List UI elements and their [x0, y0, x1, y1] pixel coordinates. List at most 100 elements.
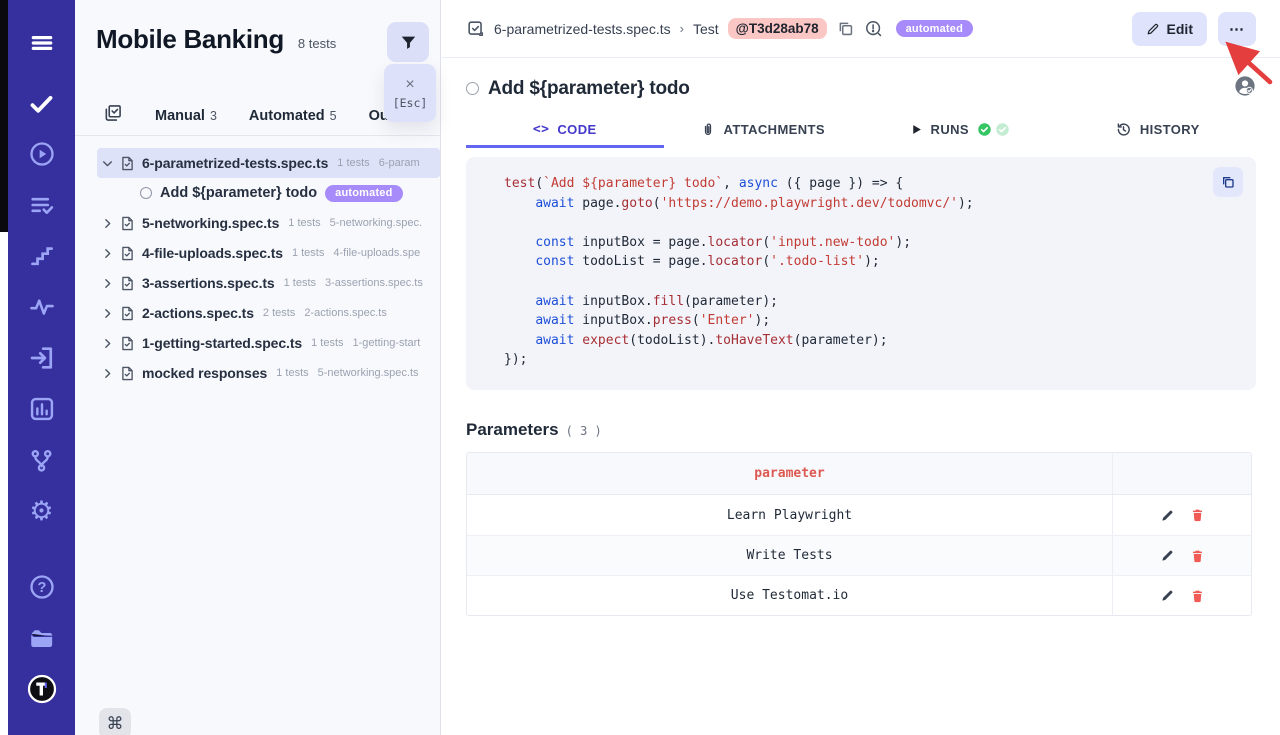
- ellipsis-icon: ⋯: [1229, 20, 1245, 38]
- code-block: test(`Add ${parameter} todo`, async ({ p…: [466, 157, 1256, 390]
- tab-runs[interactable]: RUNS: [861, 114, 1059, 148]
- tab-code[interactable]: <> CODE: [466, 114, 664, 148]
- tab-automated[interactable]: Automated 5: [249, 108, 337, 124]
- filter-esc-popup: × [Esc]: [384, 64, 436, 122]
- parameter-row: Learn Playwright: [467, 495, 1251, 535]
- delete-parameter-icon[interactable]: [1190, 588, 1205, 604]
- code-line: });: [504, 350, 1256, 370]
- chevron-right-icon[interactable]: [97, 367, 117, 380]
- app-window: ⚙ ? Mobile Banking 8 tests × [Esc]: [0, 0, 1280, 735]
- test-title-row: Add ${parameter} todo: [442, 58, 1280, 106]
- code-line: test(`Add ${parameter} todo`, async ({ p…: [504, 174, 1256, 194]
- copy-code-button[interactable]: [1213, 167, 1243, 197]
- help-icon[interactable]: ?: [27, 572, 57, 602]
- column-header-parameter: parameter: [467, 453, 1113, 494]
- test-file-check-icon: [466, 19, 485, 38]
- steps-icon[interactable]: [27, 241, 57, 271]
- activity-pulse-icon[interactable]: [27, 292, 57, 322]
- parameter-value: Use Testomat.io: [467, 576, 1113, 615]
- parameters-heading: Parameters ( 3 ): [466, 420, 1256, 440]
- pull-requests-icon[interactable]: [27, 343, 57, 373]
- delete-parameter-icon[interactable]: [1190, 507, 1205, 523]
- pencil-icon: [1146, 22, 1160, 36]
- command-icon: ⌘: [107, 714, 124, 734]
- test-status-circle-icon: [466, 82, 479, 95]
- tree-test-item[interactable]: Add ${parameter} todoautomated: [97, 178, 440, 208]
- menu-icon[interactable]: [27, 28, 57, 58]
- filter-button[interactable]: [387, 22, 429, 62]
- code-line: await page.goto('https://demo.playwright…: [504, 194, 1256, 214]
- tab-manual[interactable]: Manual 3: [155, 108, 217, 124]
- multi-select-icon[interactable]: [103, 103, 123, 128]
- tree-file-item[interactable]: 4-file-uploads.spec.ts1 tests4-file-uplo…: [97, 238, 440, 268]
- breadcrumb: 6-parametrized-tests.spec.ts › Test @T3d…: [466, 18, 973, 39]
- column-header-actions: [1113, 453, 1251, 494]
- edit-parameter-icon[interactable]: [1160, 588, 1175, 603]
- esc-hint-label: [Esc]: [393, 96, 428, 110]
- parameters-table: parameter Learn PlaywrightWrite TestsUse…: [466, 452, 1252, 616]
- settings-gear-icon[interactable]: ⚙: [27, 496, 57, 526]
- breadcrumb-entity: Test: [693, 21, 719, 37]
- delete-parameter-icon[interactable]: [1190, 548, 1205, 564]
- chevron-right-icon[interactable]: [97, 247, 117, 260]
- paperclip-icon: [700, 122, 716, 138]
- reports-chart-icon[interactable]: [27, 394, 57, 424]
- code-line: await inputBox.press('Enter');: [504, 311, 1256, 331]
- spec-file-icon: [119, 335, 136, 352]
- copy-icon[interactable]: [836, 19, 855, 38]
- tests-check-icon[interactable]: [27, 88, 57, 118]
- parameter-row: Use Testomat.io: [467, 575, 1251, 615]
- projects-folder-icon[interactable]: [27, 623, 57, 653]
- tree-file-item[interactable]: mocked responses1 tests5-networking.spec…: [97, 358, 440, 388]
- spec-file-icon: [119, 305, 136, 322]
- more-options-button[interactable]: ⋯: [1218, 12, 1256, 46]
- tree-file-item[interactable]: 5-networking.spec.ts1 tests5-networking.…: [97, 208, 440, 238]
- page-title: Add ${parameter} todo: [488, 78, 690, 100]
- spec-file-icon: [119, 275, 136, 292]
- automated-badge: automated: [325, 185, 402, 202]
- code-line: await inputBox.fill(parameter);: [504, 292, 1256, 312]
- filter-icon: [399, 33, 418, 52]
- parameter-row: Write Tests: [467, 535, 1251, 575]
- tab-history[interactable]: HISTORY: [1059, 114, 1257, 148]
- code-line: [504, 213, 1256, 233]
- code-icon: <>: [533, 122, 549, 137]
- edit-parameter-icon[interactable]: [1160, 548, 1175, 563]
- main-content: 6-parametrized-tests.spec.ts › Test @T3d…: [442, 0, 1280, 735]
- detail-tabs: <> CODE ATTACHMENTS RUNS: [466, 114, 1256, 148]
- testomat-logo[interactable]: [27, 674, 57, 704]
- breadcrumb-separator: ›: [680, 21, 684, 36]
- test-id-badge[interactable]: @T3d28ab78: [728, 18, 827, 39]
- edit-button[interactable]: Edit: [1132, 12, 1207, 46]
- play-icon: [910, 123, 923, 136]
- spec-file-icon: [119, 155, 136, 172]
- tree-file-item[interactable]: 2-actions.spec.ts2 tests2-actions.spec.t…: [97, 298, 440, 328]
- chevron-down-icon[interactable]: [97, 157, 117, 170]
- automated-badge: automated: [896, 20, 973, 37]
- assignee-avatar[interactable]: [1234, 75, 1256, 102]
- chevron-right-icon[interactable]: [97, 217, 117, 230]
- edit-parameter-icon[interactable]: [1160, 508, 1175, 523]
- command-shortcut-button[interactable]: ⌘: [99, 708, 131, 735]
- breadcrumb-file[interactable]: 6-parametrized-tests.spec.ts: [494, 21, 671, 37]
- svg-text:?: ?: [37, 580, 46, 596]
- tab-attachments[interactable]: ATTACHMENTS: [664, 114, 862, 148]
- test-circle-icon: [140, 187, 152, 199]
- chevron-right-icon[interactable]: [97, 307, 117, 320]
- parameter-value: Write Tests: [467, 536, 1113, 575]
- spec-file-icon: [119, 245, 136, 262]
- code-line: const todoList = page.locator('.todo-lis…: [504, 252, 1256, 272]
- runs-play-icon[interactable]: [27, 139, 57, 169]
- tree-file-item[interactable]: 6-parametrized-tests.spec.ts1 tests6-par…: [97, 148, 440, 178]
- chevron-right-icon[interactable]: [97, 277, 117, 290]
- chevron-right-icon[interactable]: [97, 337, 117, 350]
- code-lines: test(`Add ${parameter} todo`, async ({ p…: [504, 174, 1256, 370]
- close-icon[interactable]: ×: [405, 77, 414, 93]
- history-clock-icon: [1115, 121, 1132, 138]
- tree-file-item[interactable]: 1-getting-started.spec.ts1 tests1-gettin…: [97, 328, 440, 358]
- branches-icon[interactable]: [27, 445, 57, 475]
- tree-file-item[interactable]: 3-assertions.spec.ts1 tests3-assertions.…: [97, 268, 440, 298]
- status-alert-icon[interactable]: [864, 19, 883, 38]
- parameters-count: ( 3 ): [566, 424, 602, 438]
- test-plans-icon[interactable]: [27, 190, 57, 220]
